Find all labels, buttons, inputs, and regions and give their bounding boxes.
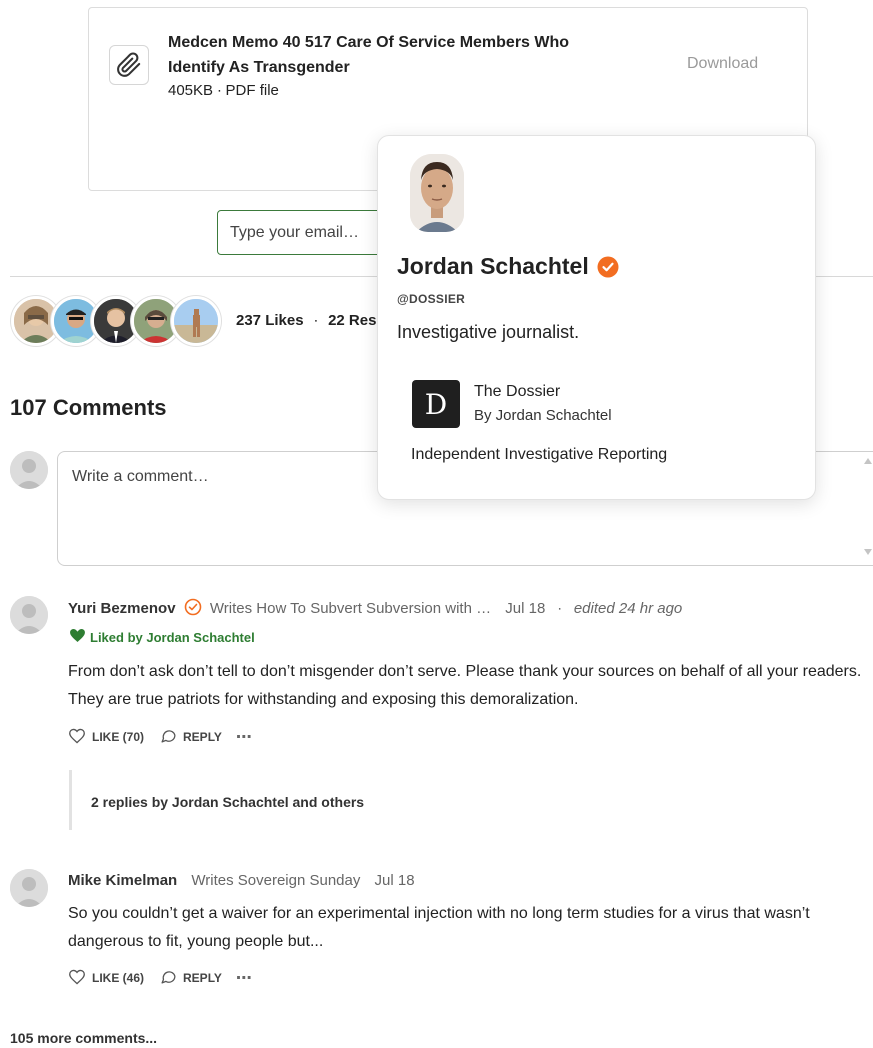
- avatar: [171, 296, 221, 346]
- profile-name-text: Jordan Schachtel: [397, 253, 589, 279]
- replies-link[interactable]: 2 replies by Jordan Schachtel and others: [91, 794, 364, 810]
- heart-outline-icon: [68, 969, 86, 988]
- avatar[interactable]: [10, 596, 48, 634]
- reply-button[interactable]: REPLY: [160, 968, 222, 988]
- comment-header: Mike Kimelman Writes Sovereign Sunday Ju…: [68, 872, 415, 889]
- heart-outline-icon: [68, 728, 86, 747]
- reply-button[interactable]: REPLY: [160, 727, 222, 747]
- attachment-title: Medcen Memo 40 517 Care Of Service Membe…: [168, 34, 570, 76]
- download-link[interactable]: Download: [687, 55, 758, 73]
- comment-body: From don’t ask don’t tell to don’t misge…: [68, 663, 862, 708]
- profile-bio: Investigative journalist.: [397, 322, 580, 342]
- separator: ∙: [557, 600, 562, 617]
- liked-by-author: Liked by Jordan Schachtel: [70, 629, 255, 645]
- paperclip-icon: [109, 45, 149, 85]
- likes-summary[interactable]: 237 Likes ∙ 22 Res: [236, 312, 376, 329]
- profile-photo[interactable]: [410, 154, 464, 232]
- avatar: [10, 451, 48, 489]
- comment-date[interactable]: Jul 18: [505, 600, 545, 617]
- separator: ∙: [313, 312, 318, 329]
- like-label: LIKE (70): [92, 730, 145, 744]
- comment-header: Yuri Bezmenov Writes How To Subvert Subv…: [68, 598, 682, 620]
- verified-badge-icon: [184, 598, 202, 620]
- speech-bubble-icon: [160, 968, 177, 988]
- reply-label: REPLY: [183, 730, 222, 744]
- profile-name[interactable]: Jordan Schachtel: [397, 253, 619, 280]
- profile-hover-card: Jordan Schachtel @DOSSIER Investigative …: [377, 135, 816, 500]
- comment-date[interactable]: Jul 18: [375, 872, 415, 889]
- like-button[interactable]: LIKE (46): [68, 969, 144, 988]
- speech-bubble-icon: [160, 727, 177, 747]
- scroll-down-arrow[interactable]: [864, 549, 872, 555]
- comment-writes[interactable]: Writes Sovereign Sunday: [191, 872, 360, 889]
- reply-thread-line: [69, 770, 72, 830]
- scroll-up-arrow[interactable]: [864, 458, 872, 464]
- comment-actions: LIKE (46) REPLY ⋯: [68, 968, 253, 988]
- likes-count[interactable]: 237 Likes: [236, 312, 304, 329]
- like-button[interactable]: LIKE (70): [68, 728, 144, 747]
- comment-edited: edited 24 hr ago: [573, 600, 683, 617]
- liked-by-text: Liked by Jordan Schachtel: [90, 629, 255, 645]
- more-options-button[interactable]: ⋯: [236, 727, 253, 747]
- comment-author[interactable]: Yuri Bezmenov: [68, 600, 176, 617]
- more-options-button[interactable]: ⋯: [236, 968, 253, 988]
- restacks-count[interactable]: 22 Res: [328, 312, 376, 329]
- publication-name[interactable]: The Dossier: [474, 383, 560, 401]
- profile-handle[interactable]: @DOSSIER: [397, 292, 465, 306]
- like-label: LIKE (46): [92, 971, 145, 985]
- publication-author: By Jordan Schachtel: [474, 407, 612, 424]
- comment-writes[interactable]: Writes How To Subvert Subversion with …: [210, 600, 491, 617]
- avatar[interactable]: [10, 869, 48, 907]
- comment-body: So you couldn’t get a waiver for an expe…: [68, 905, 810, 950]
- heart-icon: [70, 629, 85, 645]
- comment-actions: LIKE (70) REPLY ⋯: [68, 727, 253, 747]
- attachment-meta: 405KB ∙ PDF file: [168, 82, 279, 99]
- publication-logo[interactable]: D: [412, 380, 460, 428]
- comment-author[interactable]: Mike Kimelman: [68, 872, 177, 889]
- likers-avatars[interactable]: [11, 296, 221, 348]
- more-comments-link[interactable]: 105 more comments...: [10, 1030, 157, 1046]
- comments-heading: 107 Comments: [10, 395, 167, 420]
- verified-badge-icon: [597, 256, 619, 278]
- publication-description: Independent Investigative Reporting: [411, 446, 668, 463]
- reply-label: REPLY: [183, 971, 222, 985]
- comment-placeholder: Write a comment…: [72, 468, 209, 485]
